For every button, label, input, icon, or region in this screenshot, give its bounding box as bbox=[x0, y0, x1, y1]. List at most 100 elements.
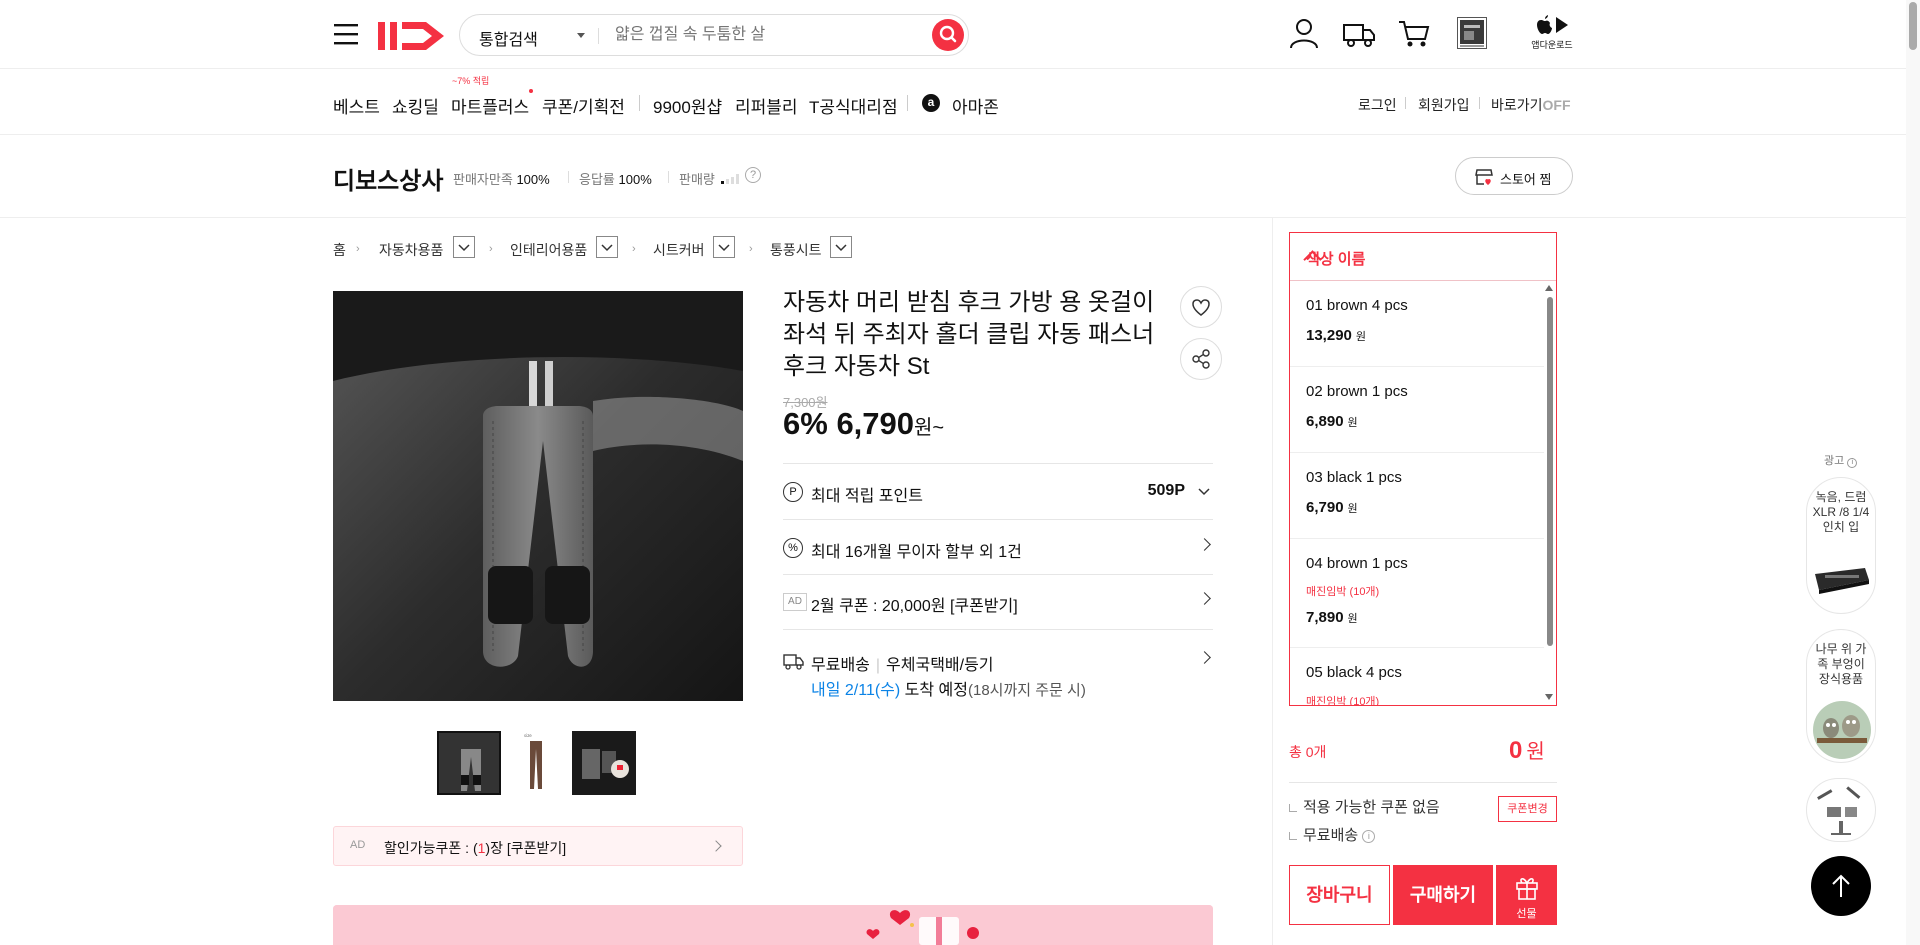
chevron-right-icon bbox=[1198, 651, 1211, 664]
coupon-change-button[interactable]: 쿠폰변경 bbox=[1498, 796, 1557, 822]
breadcrumb-dropdown[interactable] bbox=[596, 236, 618, 258]
sale-price: 6% 6,790원~ bbox=[783, 406, 944, 442]
discount-coupon-bar[interactable]: AD 할인가능쿠폰 : (1)장 [쿠폰받기] bbox=[333, 826, 743, 866]
free-shipping-text: 무료배송 i bbox=[1289, 824, 1376, 845]
side-ad-card[interactable]: 나무 위 가족 부엉이 장식용품 bbox=[1806, 629, 1876, 763]
buy-now-button[interactable]: 구매하기 bbox=[1393, 865, 1493, 925]
user-icon[interactable] bbox=[1287, 16, 1321, 50]
delivery-truck-icon[interactable] bbox=[1342, 16, 1376, 50]
search-type-select[interactable]: 통합검색 bbox=[479, 26, 538, 50]
scroll-up-arrow[interactable] bbox=[1545, 285, 1553, 291]
amazon-icon: a bbox=[922, 94, 940, 112]
breadcrumb-ventilated-seat[interactable]: 통풍시트 bbox=[770, 240, 822, 260]
caret-down-icon[interactable] bbox=[577, 33, 585, 38]
wishlist-button[interactable] bbox=[1180, 286, 1222, 328]
nav-coupon[interactable]: 쿠폰/기획전 bbox=[542, 93, 625, 118]
divider bbox=[783, 629, 1213, 630]
svg-text:size: size bbox=[524, 733, 532, 738]
shipping-info: 무료배송 | 우체국택배/등기 bbox=[811, 657, 994, 674]
login-link[interactable]: 로그인 bbox=[1358, 95, 1397, 115]
breadcrumb-dropdown[interactable] bbox=[453, 236, 475, 258]
shipping-row[interactable]: 무료배송 | 우체국택배/등기 bbox=[783, 641, 1213, 681]
sold-out-soon-badge: 매진임박 (10개) bbox=[1306, 696, 1380, 705]
monthly-coupon-row[interactable]: AD 2월 쿠폰 : 20,000원 [쿠폰받기] bbox=[783, 582, 1213, 622]
thumbnail-3[interactable] bbox=[572, 731, 636, 795]
divider bbox=[668, 171, 669, 183]
page-scrollbar-thumb[interactable] bbox=[1909, 2, 1917, 50]
nav-t-official[interactable]: T공식대리점 bbox=[809, 93, 898, 118]
nav-amazon[interactable]: 아마존 bbox=[952, 93, 999, 118]
option-item[interactable]: 01 brown 4 pcs 13,290 원 bbox=[1290, 281, 1544, 367]
scroll-to-top-button[interactable] bbox=[1811, 856, 1871, 916]
delivery-estimate: 내일 2/11(수) 도착 예정(18시까지 주문 시) bbox=[811, 682, 1086, 699]
shortcut-toggle[interactable]: 바로가기OFF bbox=[1491, 95, 1571, 115]
store-follow-label: 스토어 찜 bbox=[1500, 172, 1552, 187]
gift-icon bbox=[1516, 878, 1538, 900]
nav-divider bbox=[907, 95, 908, 111]
search-button[interactable] bbox=[932, 19, 964, 51]
promo-banner[interactable] bbox=[333, 905, 1213, 945]
nav-mart-plus[interactable]: 마트플러스 bbox=[451, 93, 529, 118]
page-scrollbar[interactable] bbox=[1906, 0, 1920, 945]
chevron-right-icon bbox=[710, 840, 722, 852]
monthly-coupon-text: 2월 쿠폰 : 20,000원 [쿠폰받기] bbox=[811, 598, 1018, 615]
breadcrumb-dropdown[interactable] bbox=[830, 236, 852, 258]
side-ad-card[interactable] bbox=[1806, 778, 1876, 842]
option-header[interactable]: 색상 이름 bbox=[1290, 233, 1556, 281]
gift-button[interactable]: 선물 bbox=[1496, 865, 1557, 925]
divider bbox=[783, 519, 1213, 520]
thumbnail-2[interactable]: size bbox=[504, 731, 568, 795]
divider bbox=[783, 574, 1213, 575]
side-ad-image bbox=[1813, 701, 1871, 759]
cart-icon[interactable] bbox=[1397, 16, 1431, 50]
panel-divider bbox=[1272, 218, 1273, 945]
scroll-down-arrow[interactable] bbox=[1545, 694, 1553, 700]
nav-shocking-deal[interactable]: 쇼킹딜 bbox=[392, 93, 439, 118]
chevron-down-icon bbox=[1198, 488, 1210, 496]
mart-plus-badge: ~7% 적립 bbox=[452, 76, 490, 86]
store-name[interactable]: 디보스상사 bbox=[333, 161, 443, 196]
menu-icon[interactable] bbox=[333, 22, 361, 46]
info-icon: i bbox=[1362, 829, 1376, 843]
breadcrumb-home[interactable]: 홈 bbox=[333, 240, 346, 260]
store-follow-button[interactable]: 스토어 찜 bbox=[1455, 157, 1573, 195]
option-item[interactable]: 05 black 4 pcs 매진임박 (10개) bbox=[1290, 648, 1544, 705]
discount-rate: 6% bbox=[783, 406, 828, 441]
signup-link[interactable]: 회원가입 bbox=[1418, 95, 1470, 115]
breadcrumb-seat-cover[interactable]: 시트커버 bbox=[653, 240, 705, 260]
main-nav: 베스트 쇼킹딜 ~7% 적립 마트플러스 쿠폰/기획전 9900원샵 리퍼블리 … bbox=[0, 69, 1920, 135]
nav-9900-shop[interactable]: 9900원샵 bbox=[653, 93, 722, 118]
sales-level-icon bbox=[721, 174, 741, 184]
installment-row[interactable]: % 최대 16개월 무이자 할부 외 1건 bbox=[783, 528, 1213, 568]
nav-best[interactable]: 베스트 bbox=[333, 93, 380, 118]
side-ad-image bbox=[1815, 568, 1869, 594]
help-icon[interactable]: ? bbox=[745, 167, 761, 183]
point-icon: P bbox=[783, 482, 803, 502]
points-row[interactable]: P 최대 적립 포인트 509P bbox=[783, 472, 1213, 512]
breadcrumb-dropdown[interactable] bbox=[713, 236, 735, 258]
side-ad-card[interactable]: 녹음, 드럼 XLR /8 1/4인치 입 bbox=[1806, 477, 1876, 614]
search-input[interactable] bbox=[615, 23, 915, 47]
points-value: 509P bbox=[1147, 482, 1185, 499]
11st-logo[interactable] bbox=[376, 16, 448, 54]
breadcrumb-car-goods[interactable]: 자동차용품 bbox=[379, 240, 443, 260]
product-main-image[interactable] bbox=[333, 291, 743, 701]
app-download-button[interactable]: 앱다운로드 bbox=[1530, 14, 1574, 54]
share-button[interactable] bbox=[1180, 338, 1222, 380]
chevron-right-icon bbox=[1198, 538, 1211, 551]
shortcut-label: 바로가기 bbox=[1491, 97, 1543, 113]
recent-item-thumbnail[interactable] bbox=[1457, 17, 1487, 49]
total-quantity: 총 0개 bbox=[1289, 744, 1327, 760]
option-item[interactable]: 02 brown 1 pcs 6,890 원 bbox=[1290, 367, 1544, 453]
app-store-icon bbox=[1537, 15, 1568, 34]
divider bbox=[1405, 97, 1406, 109]
option-item[interactable]: 04 brown 1 pcs 매진임박 (10개) 7,890 원 bbox=[1290, 539, 1544, 648]
breadcrumb-interior[interactable]: 인테리어용품 bbox=[510, 240, 587, 260]
option-item[interactable]: 03 black 1 pcs 6,790 원 bbox=[1290, 453, 1544, 539]
divider bbox=[568, 171, 569, 183]
add-to-cart-button[interactable]: 장바구니 bbox=[1289, 865, 1390, 925]
nav-refurbly[interactable]: 리퍼블리 bbox=[735, 93, 798, 118]
option-list-scrollbar[interactable] bbox=[1547, 297, 1553, 646]
ad-tag: AD bbox=[350, 839, 366, 851]
thumbnail-1[interactable] bbox=[437, 731, 501, 795]
